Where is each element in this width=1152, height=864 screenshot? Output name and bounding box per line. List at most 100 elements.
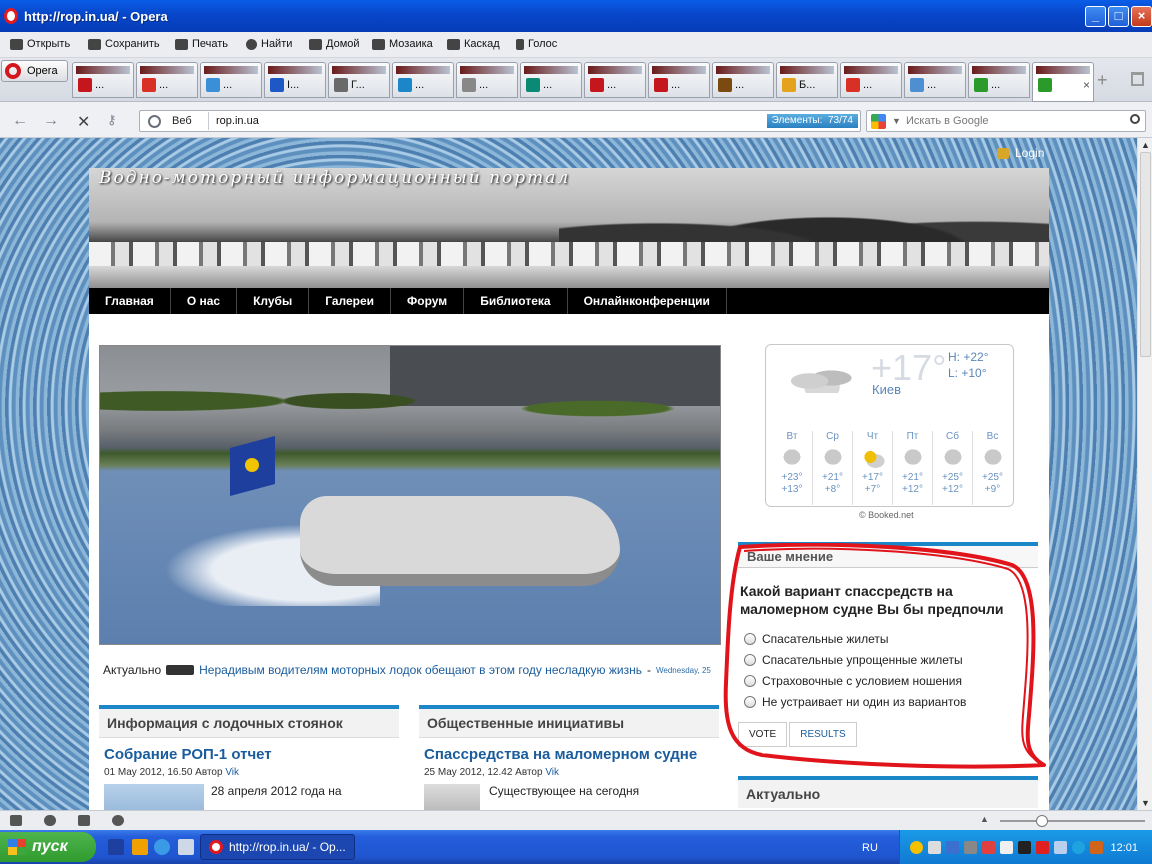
featured-photo[interactable] bbox=[99, 345, 721, 645]
menu-item[interactable]: Клубы bbox=[237, 288, 310, 314]
post-thumbnail[interactable] bbox=[104, 784, 204, 810]
tray-doc-icon[interactable] bbox=[928, 841, 941, 854]
url-field[interactable]: Веб rop.in.ua Элементы: 73/74 bbox=[139, 110, 861, 132]
browser-tab[interactable]: I... bbox=[264, 62, 326, 98]
radio-button[interactable] bbox=[744, 695, 756, 708]
tray-app-icon[interactable] bbox=[1072, 841, 1085, 854]
close-button[interactable]: × bbox=[1131, 6, 1152, 27]
new-tab-icon[interactable]: + bbox=[1097, 70, 1108, 91]
voice-button[interactable]: Голос bbox=[516, 38, 557, 50]
weather-widget[interactable]: +17° H: +22° L: +10° Киев Вт +23° +13° Ср +21… bbox=[765, 344, 1014, 507]
radio-button[interactable] bbox=[744, 674, 756, 687]
tray-app-icon[interactable] bbox=[1090, 841, 1103, 854]
tray-app-icon[interactable] bbox=[982, 841, 995, 854]
network-icon[interactable] bbox=[946, 841, 959, 854]
language-indicator[interactable]: RU bbox=[862, 842, 878, 854]
browser-tab[interactable]: Г... bbox=[328, 62, 390, 98]
home-button[interactable]: Домой bbox=[309, 38, 360, 50]
volume-icon[interactable] bbox=[1000, 841, 1013, 854]
browser-tab[interactable]: Б... bbox=[776, 62, 838, 98]
minimize-button[interactable]: _ bbox=[1085, 6, 1106, 27]
post-thumbnail[interactable] bbox=[424, 784, 480, 810]
radio-button[interactable] bbox=[744, 653, 756, 666]
zoom-slider[interactable] bbox=[1000, 820, 1145, 822]
open-button[interactable]: Открыть bbox=[10, 38, 70, 50]
quicklaunch-m-icon[interactable] bbox=[108, 839, 124, 855]
browser-tab[interactable]: ... bbox=[72, 62, 134, 98]
clock[interactable]: 12:01 bbox=[1110, 842, 1138, 854]
cascade-button[interactable]: Каскад bbox=[447, 38, 500, 50]
ticker-arrows-icon[interactable] bbox=[166, 665, 195, 675]
vote-button[interactable]: VOTE bbox=[738, 722, 788, 747]
scroll-down-icon[interactable]: ▼ bbox=[1141, 798, 1150, 808]
speed-icon[interactable] bbox=[112, 815, 124, 826]
menu-item[interactable]: О нас bbox=[171, 288, 238, 314]
login-link[interactable]: Login bbox=[997, 146, 1044, 160]
print-button[interactable]: Печать bbox=[175, 38, 228, 50]
close-tab-icon[interactable]: × bbox=[1083, 78, 1090, 92]
poll-option[interactable]: Спасательные жилеты bbox=[744, 628, 1038, 649]
browser-tab[interactable]: ... bbox=[648, 62, 710, 98]
tray-app-icon[interactable] bbox=[1018, 841, 1031, 854]
ticker-headline-link[interactable]: Нерадивым водителям моторных лодок обеща… bbox=[199, 663, 642, 677]
start-button[interactable]: пуск bbox=[0, 832, 96, 862]
browser-tab[interactable]: ... bbox=[584, 62, 646, 98]
menu-item[interactable]: Онлайнконференции bbox=[568, 288, 727, 314]
tray-app-icon[interactable] bbox=[1036, 841, 1049, 854]
menu-item[interactable]: Библиотека bbox=[464, 288, 568, 314]
poll-option[interactable]: Спасательные упрощенные жилеты bbox=[744, 649, 1038, 670]
menu-item[interactable]: Галереи bbox=[309, 288, 392, 314]
back-icon[interactable]: ← bbox=[12, 112, 28, 130]
browser-tab[interactable]: ... bbox=[136, 62, 198, 98]
opera-menu-button[interactable]: Opera bbox=[1, 60, 68, 82]
menu-item[interactable]: Главная bbox=[89, 288, 171, 314]
browser-tab[interactable]: ... bbox=[968, 62, 1030, 98]
poll-option[interactable]: Не устраивает ни один из вариантов bbox=[744, 691, 1038, 712]
post-title-link[interactable]: Собрание РОП-1 отчет bbox=[104, 746, 394, 763]
scroll-up-icon[interactable]: ▲ bbox=[1141, 140, 1150, 150]
radio-button[interactable] bbox=[744, 632, 756, 645]
browser-tab[interactable]: ... bbox=[392, 62, 454, 98]
browser-tab[interactable]: ... bbox=[456, 62, 518, 98]
key-icon[interactable]: ⚷ bbox=[107, 112, 117, 128]
cloud-icon[interactable] bbox=[44, 815, 56, 826]
author-link[interactable]: Vik bbox=[545, 767, 559, 778]
tile-button[interactable]: Мозаика bbox=[372, 38, 433, 50]
scroll-thumb[interactable] bbox=[1140, 152, 1151, 357]
google-icon[interactable] bbox=[871, 114, 886, 129]
booked-credit[interactable]: © Booked.net bbox=[859, 510, 914, 520]
search-icon[interactable] bbox=[1130, 114, 1140, 124]
stop-icon[interactable]: ✕ bbox=[77, 112, 90, 132]
find-button[interactable]: Найти bbox=[246, 38, 292, 50]
ie-icon[interactable] bbox=[154, 839, 170, 855]
share-icon[interactable] bbox=[78, 815, 90, 826]
zoom-up-icon[interactable]: ▲ bbox=[980, 814, 989, 824]
trash-icon[interactable] bbox=[1131, 72, 1144, 86]
browser-tab[interactable]: ... bbox=[520, 62, 582, 98]
browser-tab[interactable]: ... bbox=[840, 62, 902, 98]
security-shield-icon[interactable] bbox=[910, 841, 923, 854]
browser-tab[interactable]: ... bbox=[712, 62, 774, 98]
search-field[interactable]: ▼ Искать в Google bbox=[866, 110, 1146, 132]
chevron-down-icon[interactable]: ▼ bbox=[892, 116, 901, 126]
results-button[interactable]: RESULTS bbox=[789, 722, 857, 747]
forward-icon[interactable]: → bbox=[43, 112, 59, 130]
menu-item[interactable]: Форум bbox=[391, 288, 465, 314]
quicklaunch-butterfly-icon[interactable] bbox=[132, 839, 148, 855]
browser-tab[interactable]: ... bbox=[200, 62, 262, 98]
quicklaunch-folder-icon[interactable] bbox=[178, 839, 194, 855]
taskbar-opera-window[interactable]: http://rop.in.ua/ - Op... bbox=[200, 834, 355, 860]
vertical-scrollbar[interactable]: ▲ ▼ bbox=[1137, 138, 1152, 810]
tray-app-icon[interactable] bbox=[964, 841, 977, 854]
browser-tab[interactable]: ... bbox=[904, 62, 966, 98]
tray-app-icon[interactable] bbox=[1054, 841, 1067, 854]
poll-option[interactable]: Страховочные с условием ношения bbox=[744, 670, 1038, 691]
maximize-button[interactable]: □ bbox=[1108, 6, 1129, 27]
author-link[interactable]: Vik bbox=[225, 767, 239, 778]
panel-toggle-icon[interactable] bbox=[10, 815, 22, 826]
save-button[interactable]: Сохранить bbox=[88, 38, 160, 50]
url-text[interactable]: rop.in.ua bbox=[216, 115, 259, 127]
zoom-knob[interactable] bbox=[1036, 815, 1048, 827]
browser-tab[interactable]: × bbox=[1032, 62, 1094, 102]
post-title-link[interactable]: Спассредства на маломерном судне bbox=[424, 746, 724, 763]
